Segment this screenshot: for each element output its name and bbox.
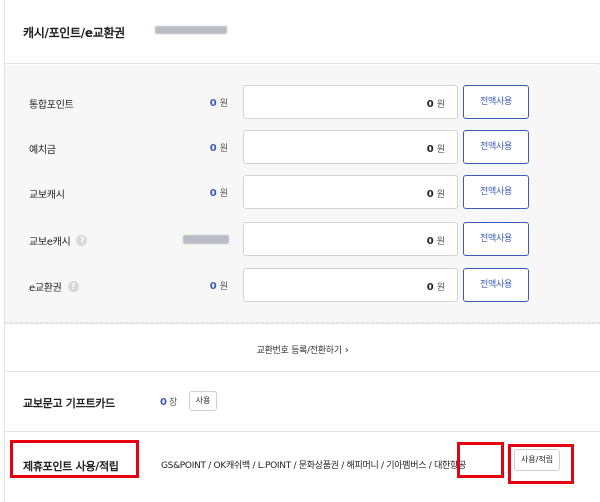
row-balance: 0원 [209, 281, 228, 292]
exchange-register-link[interactable]: 교환번호 등록/전환하기 › [5, 343, 600, 356]
integrated-point-use-all-button[interactable]: 전액사용 [463, 85, 529, 119]
row-deposit: 예치금 0원 0원 전액사용 [5, 130, 600, 164]
row-label: 교보e캐시? [29, 233, 88, 248]
deposit-use-all-button[interactable]: 전액사용 [463, 130, 529, 164]
kyobo-ecash-amount-input[interactable]: 0원 [243, 222, 458, 256]
highlight-box-partner-button [508, 444, 574, 484]
integrated-point-amount-input[interactable]: 0원 [243, 85, 458, 119]
highlight-box-partner-title [10, 440, 139, 478]
row-e-voucher: e교환권? 0원 0원 전액사용 [5, 268, 600, 302]
gift-card-use-button[interactable]: 사용 [189, 391, 217, 411]
divider [5, 322, 600, 323]
row-kyobo-cash: 교보캐시 0원 0원 전액사용 [5, 175, 600, 209]
row-kyobo-ecash: 교보e캐시? 0원 전액사용 [5, 222, 600, 256]
row-integrated-point: 통합포인트 0원 0원 전액사용 [5, 85, 600, 119]
masked-ecash-balance [183, 235, 229, 244]
gift-card-count: 0장 [160, 397, 178, 408]
chevron-right-icon: › [344, 345, 349, 356]
kyobo-ecash-use-all-button[interactable]: 전액사용 [463, 222, 529, 256]
points-rows-area: 통합포인트 0원 0원 전액사용 예치금 0원 0원 전액사용 교보캐시 0원 … [5, 65, 600, 324]
kyobo-cash-amount-input[interactable]: 0원 [243, 175, 458, 209]
row-label: 예치금 [29, 145, 56, 156]
payment-points-panel: 캐시/포인트/e교환권 통합포인트 0원 0원 전액사용 예치금 0원 0원 전… [4, 0, 600, 502]
cash-section-title: 캐시/포인트/e교환권 [23, 26, 125, 40]
row-balance: 0원 [209, 143, 228, 154]
exchange-section: 교환번호 등록/전환하기 › [5, 324, 600, 372]
cash-section-header: 캐시/포인트/e교환권 [5, 0, 600, 64]
gift-card-title: 교보문고 기프트카드 [23, 397, 115, 410]
deposit-amount-input[interactable]: 0원 [243, 130, 458, 164]
e-voucher-use-all-button[interactable]: 전액사용 [463, 268, 529, 302]
masked-user-info [155, 26, 227, 34]
e-voucher-amount-input[interactable]: 0원 [243, 268, 458, 302]
row-label: e교환권? [29, 279, 79, 294]
help-icon[interactable]: ? [67, 281, 79, 292]
kyobo-cash-use-all-button[interactable]: 전액사용 [463, 175, 529, 209]
gift-card-section: 교보문고 기프트카드 0장 사용 [5, 372, 600, 432]
row-balance: 0원 [209, 98, 228, 109]
row-balance: 0원 [209, 188, 228, 199]
row-label: 교보캐시 [29, 190, 65, 201]
help-icon[interactable]: ? [76, 235, 88, 246]
highlight-box-partner-airline [457, 442, 504, 478]
row-label: 통합포인트 [29, 100, 74, 111]
partner-points-list: GS&POINT / OK캐쉬백 / L.POINT / 문화상품권 / 해피머… [161, 461, 466, 471]
